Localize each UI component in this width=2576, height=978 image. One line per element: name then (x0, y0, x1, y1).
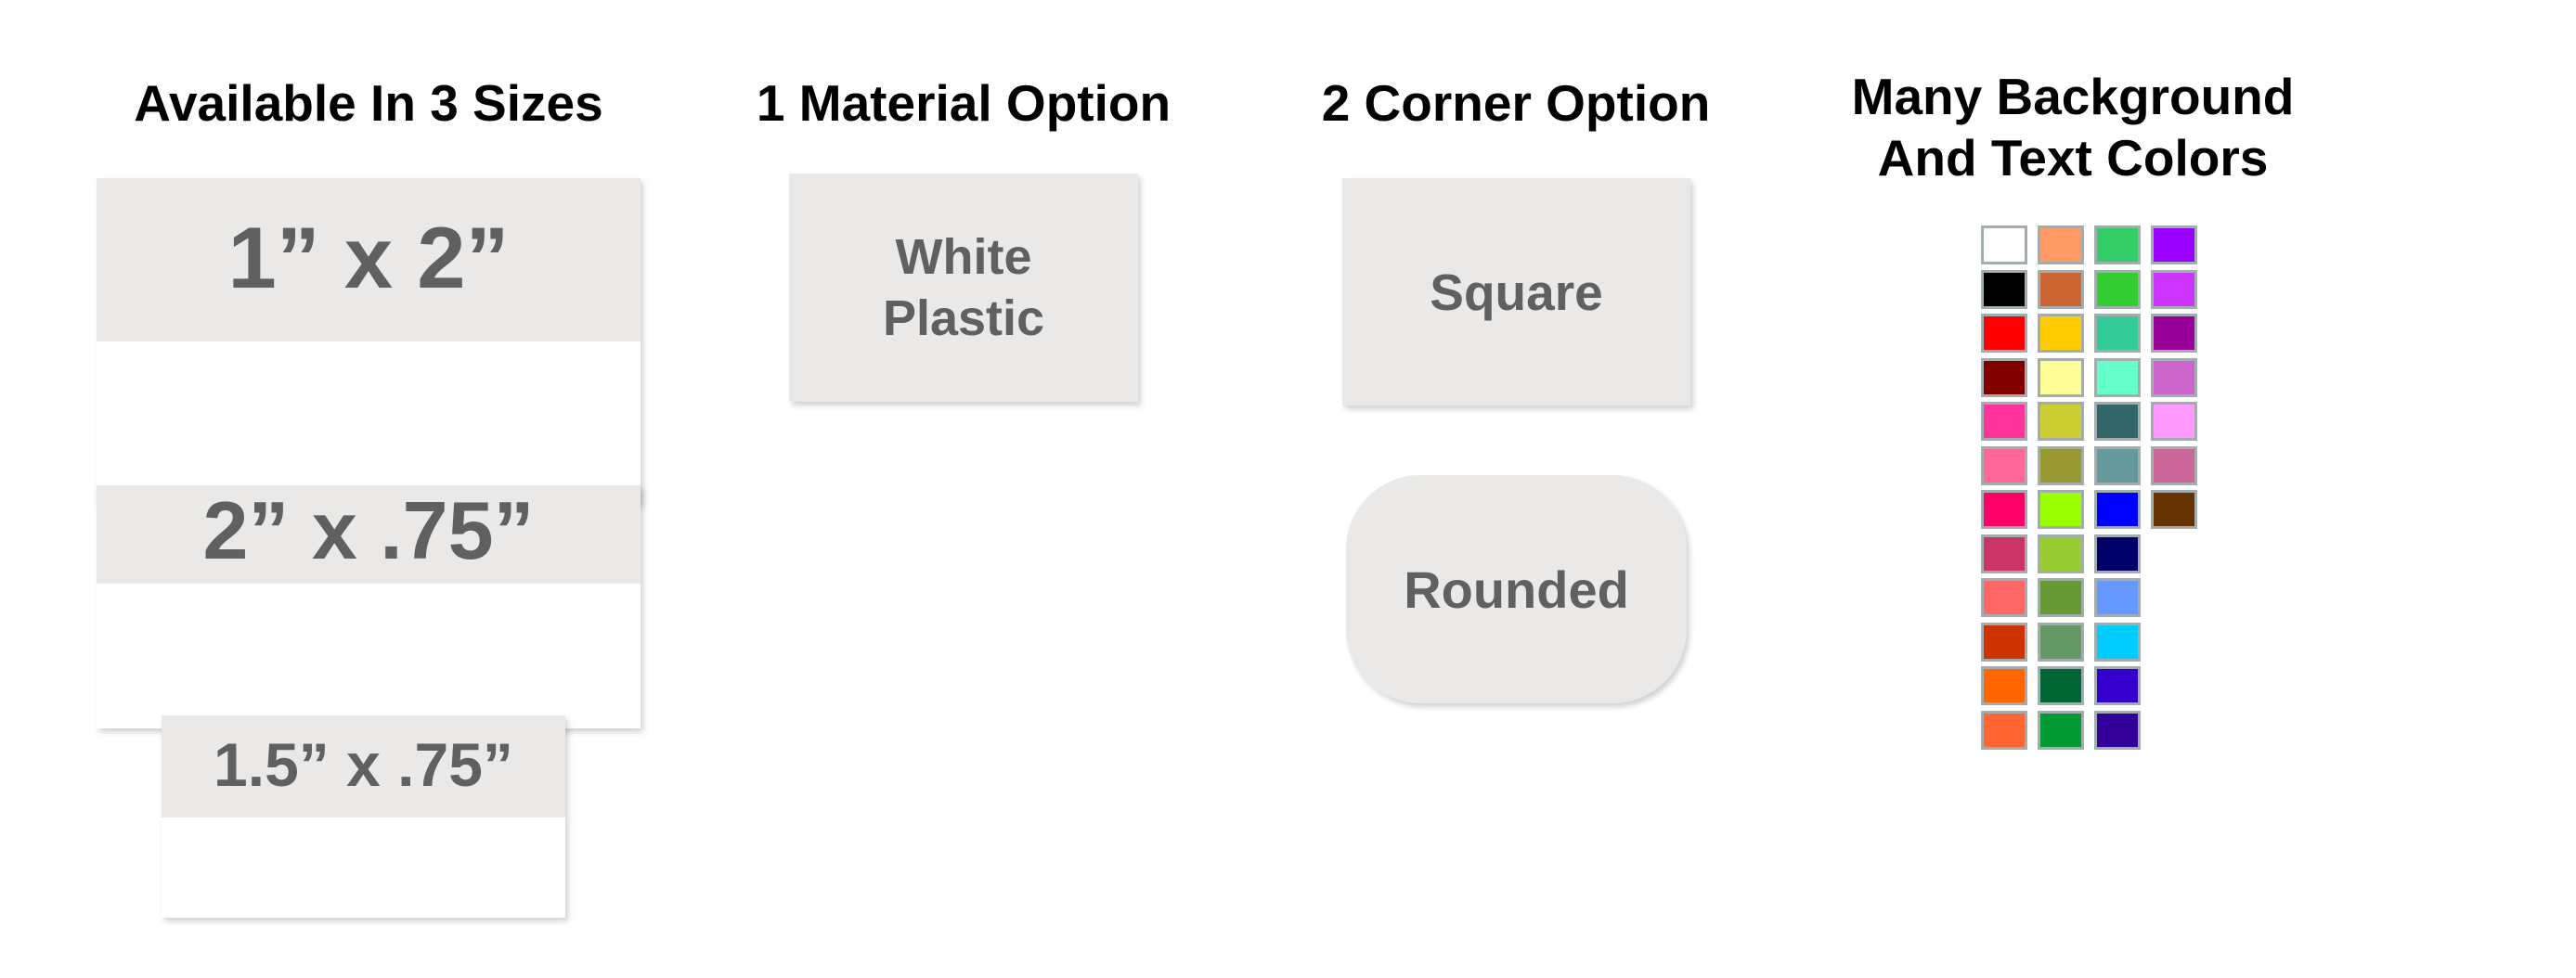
color-swatch[interactable] (2094, 534, 2141, 573)
color-swatch[interactable] (1981, 402, 2027, 441)
color-swatch[interactable] (2151, 314, 2197, 353)
color-swatch[interactable] (2038, 578, 2084, 617)
color-swatch[interactable] (1981, 711, 2027, 750)
size-card-header: 1.5” x .75” (162, 715, 565, 817)
size-card-header: 1” x 2” (97, 178, 641, 341)
color-swatch[interactable] (1981, 358, 2027, 397)
material-label-line2: Plastic (882, 290, 1045, 346)
color-swatch[interactable] (2038, 225, 2084, 264)
material-heading: 1 Material Option (756, 74, 1171, 132)
color-swatch[interactable] (2151, 402, 2197, 441)
color-swatch[interactable] (2094, 314, 2141, 353)
color-swatch[interactable] (1981, 270, 2027, 309)
corner-label-rounded: Rounded (1404, 560, 1629, 619)
corner-card-rounded[interactable]: Rounded (1346, 475, 1687, 703)
color-swatch[interactable] (2151, 225, 2197, 264)
color-swatch[interactable] (2094, 270, 2141, 309)
color-swatch[interactable] (2038, 623, 2084, 662)
color-swatch[interactable] (2094, 711, 2141, 750)
color-swatch[interactable] (2038, 490, 2084, 529)
color-swatch[interactable] (2094, 578, 2141, 617)
color-swatch[interactable] (2038, 270, 2084, 309)
colors-heading-line2: And Text Colors (1877, 129, 2269, 187)
color-swatch[interactable] (1981, 446, 2027, 485)
color-swatch[interactable] (2038, 534, 2084, 573)
material-label: White Plastic (883, 226, 1044, 349)
color-swatch[interactable] (2151, 490, 2197, 529)
color-swatch[interactable] (2151, 446, 2197, 485)
color-swatch[interactable] (2094, 358, 2141, 397)
color-swatch[interactable] (1981, 490, 2027, 529)
color-swatch[interactable] (2094, 490, 2141, 529)
material-label-line1: White (895, 229, 1032, 285)
corner-label-square: Square (1430, 263, 1603, 321)
color-swatch[interactable] (1981, 225, 2027, 264)
corner-card-square[interactable]: Square (1342, 178, 1690, 405)
size-card-2x075[interactable]: 2” x .75” (97, 485, 641, 728)
size-label: 2” x .75” (202, 485, 535, 576)
color-swatch[interactable] (2151, 358, 2197, 397)
color-swatch[interactable] (1981, 578, 2027, 617)
color-swatch[interactable] (2094, 666, 2141, 705)
size-card-1x2[interactable]: 1” x 2” (97, 178, 641, 504)
color-swatch[interactable] (2094, 446, 2141, 485)
size-card-body (97, 341, 641, 504)
size-label: 1.5” x .75” (214, 730, 513, 799)
color-swatch[interactable] (2094, 402, 2141, 441)
color-swatch[interactable] (2151, 270, 2197, 309)
color-swatch[interactable] (2038, 666, 2084, 705)
size-card-body (97, 584, 641, 728)
color-swatch[interactable] (2094, 623, 2141, 662)
corner-heading: 2 Corner Option (1321, 74, 1711, 132)
color-swatch[interactable] (1981, 666, 2027, 705)
size-card-body (162, 817, 565, 918)
color-swatch[interactable] (2038, 711, 2084, 750)
color-swatch[interactable] (2038, 402, 2084, 441)
material-card-white-plastic[interactable]: White Plastic (789, 174, 1138, 402)
color-swatch[interactable] (1981, 314, 2027, 353)
color-swatch[interactable] (2038, 446, 2084, 485)
color-swatch[interactable] (1981, 623, 2027, 662)
size-card-header: 2” x .75” (97, 485, 641, 584)
size-card-15x075[interactable]: 1.5” x .75” (162, 715, 565, 918)
colors-heading-line1: Many Background (1851, 68, 2295, 125)
sizes-heading: Available In 3 Sizes (134, 74, 603, 132)
color-swatch[interactable] (1981, 534, 2027, 573)
color-swatch[interactable] (2094, 225, 2141, 264)
color-swatch[interactable] (2038, 358, 2084, 397)
colors-heading: Many Background And Text Colors (1841, 66, 2305, 188)
size-label: 1” x 2” (227, 209, 510, 306)
color-swatch[interactable] (2038, 314, 2084, 353)
